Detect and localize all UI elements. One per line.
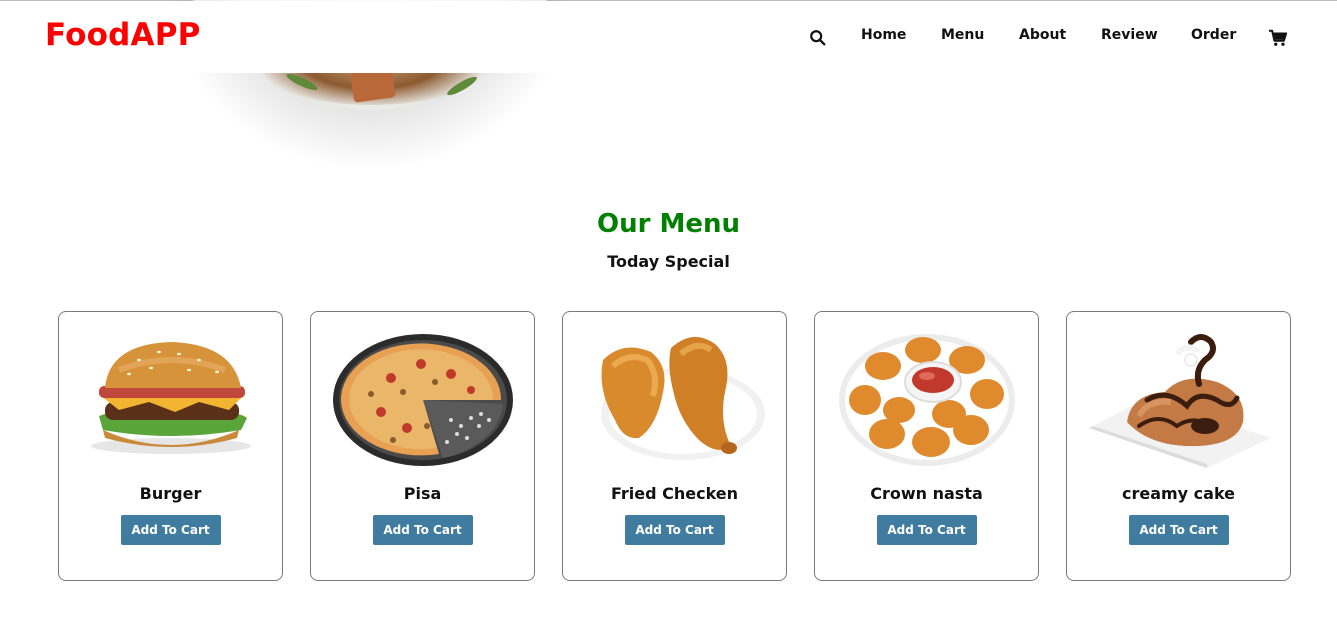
add-to-cart-button[interactable]: Add To Cart — [372, 515, 473, 545]
menu-card-fried-checken: Fried Checken Add To Cart — [562, 311, 787, 581]
add-to-cart-button[interactable]: Add To Cart — [624, 515, 725, 545]
add-to-cart-button[interactable]: Add To Cart — [120, 515, 221, 545]
cake-image — [1089, 334, 1271, 468]
menu-card-pisa: Pisa Add To Cart — [310, 311, 535, 581]
logo[interactable]: FoodAPP — [45, 17, 201, 53]
fried-chicken-image — [601, 336, 765, 460]
item-name: Burger — [139, 484, 202, 503]
menu-card-creamy-cake: creamy cake Add To Cart — [1066, 311, 1291, 581]
nav-link-review[interactable]: Review — [1101, 27, 1158, 43]
nav-link-menu[interactable]: Menu — [941, 27, 984, 43]
item-name: creamy cake — [1121, 484, 1236, 503]
nuggets-image — [839, 334, 1015, 466]
add-to-cart-button[interactable]: Add To Cart — [876, 515, 977, 545]
menu-card-crown-nasta: Crown nasta Add To Cart — [814, 311, 1039, 581]
cart-icon[interactable] — [1268, 29, 1288, 47]
section-subtitle: Today Special — [607, 252, 730, 271]
burger-image — [91, 342, 251, 454]
nav-link-home[interactable]: Home — [861, 27, 906, 43]
nav-link-order[interactable]: Order — [1191, 27, 1236, 43]
item-name: Pisa — [403, 484, 442, 503]
search-icon[interactable] — [809, 29, 827, 47]
pizza-image — [333, 334, 513, 466]
item-name: Crown nasta — [870, 484, 983, 503]
item-name: Fried Checken — [610, 484, 739, 503]
nav-link-about[interactable]: About — [1019, 27, 1066, 43]
menu-card-burger: Burger Add To Cart — [58, 311, 283, 581]
section-title: Our Menu — [596, 209, 740, 239]
add-to-cart-button[interactable]: Add To Cart — [1128, 515, 1229, 545]
navbar: FoodAPP Home Menu About Review Order — [0, 1, 1337, 73]
